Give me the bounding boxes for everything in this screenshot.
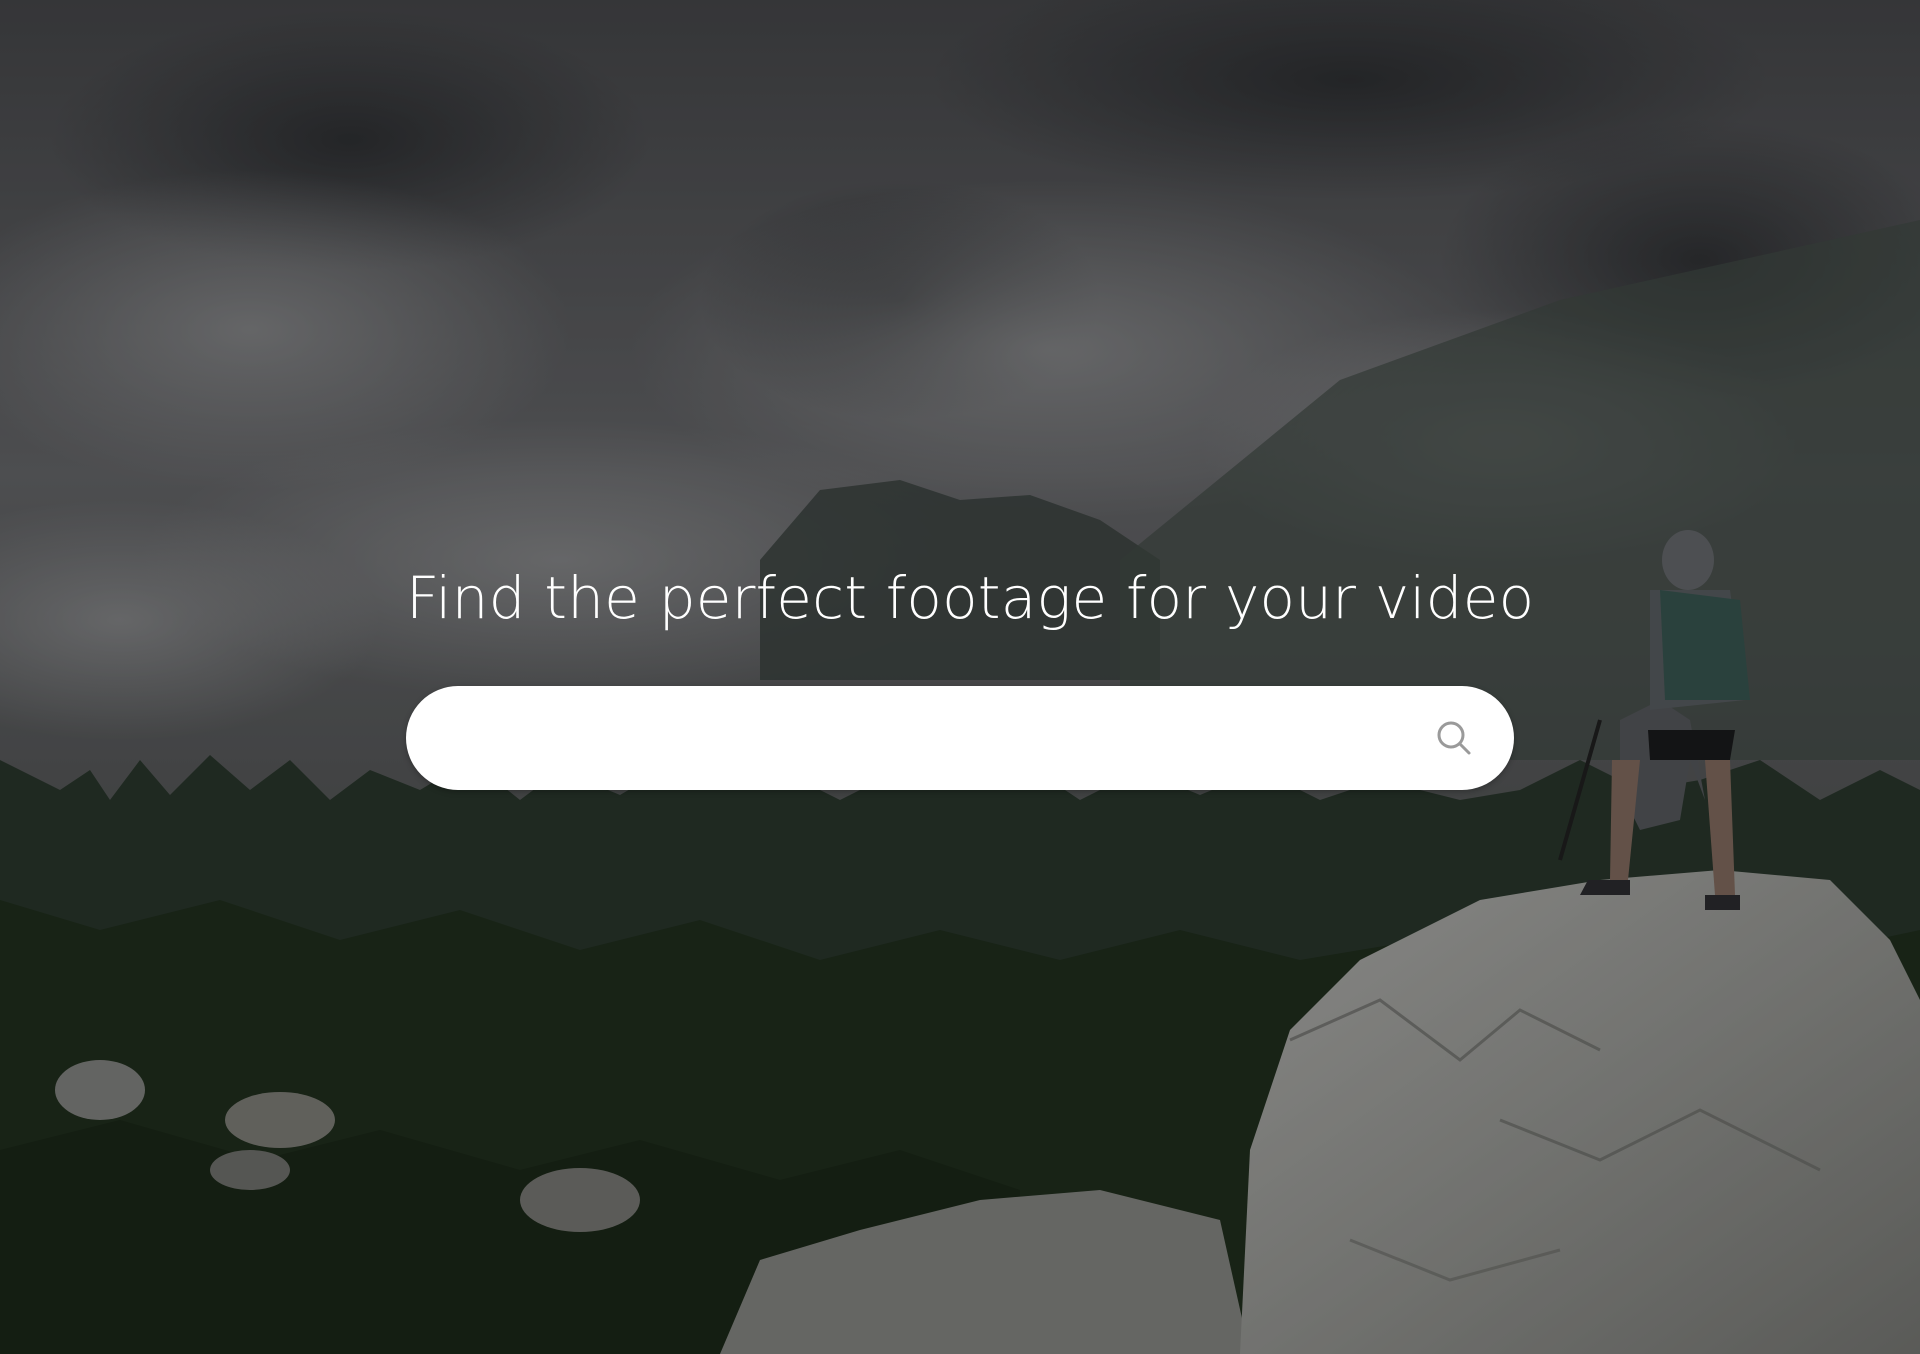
background-overlay [0,0,1920,1354]
search-icon [1437,721,1471,755]
search-button[interactable] [1432,716,1476,760]
search-bar[interactable] [406,686,1514,792]
search-input[interactable] [446,686,1410,792]
hero-content: Find the perfect footage for your video [406,560,1535,792]
hero-headline: Find the perfect footage for your video [406,564,1535,632]
hero-section: Find the perfect footage for your video [0,0,1920,1354]
